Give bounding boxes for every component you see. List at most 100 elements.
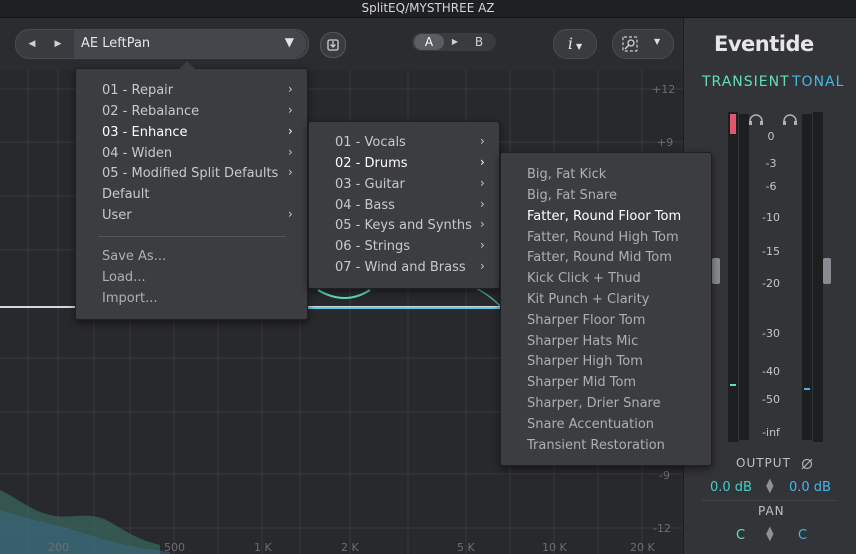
menu-item-drums[interactable]: 02 - Drums (335, 156, 408, 171)
link-settings-button[interactable]: ▼ (612, 29, 674, 59)
menu-item-user[interactable]: User (102, 208, 132, 223)
menu-item-strings[interactable]: 06 - Strings (335, 239, 410, 254)
menu-item-load[interactable]: Load... (102, 270, 146, 285)
meter-scale-label: -inf (762, 426, 780, 439)
mode-tonal-toggle[interactable]: TONAL (792, 74, 844, 90)
pan-right-value[interactable]: C (798, 528, 807, 543)
link-arrows-icon[interactable]: ▲ ▼ (766, 526, 774, 543)
chevron-right-icon: › (288, 82, 293, 96)
chevron-right-icon: › (480, 155, 485, 169)
preset-item[interactable]: Snare Accentuation (527, 417, 654, 432)
chevron-right-icon: › (480, 197, 485, 211)
menu-item-save-as[interactable]: Save As... (102, 249, 166, 264)
chevron-down-icon: ▼ (654, 37, 661, 46)
meter-scale-label: -10 (762, 211, 780, 224)
preset-dropdown[interactable]: AE LeftPan ▼ (74, 30, 306, 58)
chevron-down-icon: ▼ (284, 35, 294, 49)
previous-preset-button[interactable]: ◀ (18, 30, 46, 58)
output-left-value[interactable]: 0.0 dB (710, 480, 752, 495)
level-marker (730, 384, 736, 386)
preset-item[interactable]: Sharper High Tom (527, 354, 643, 369)
freq-label: 5 K (457, 541, 475, 554)
meter-scale-label: -50 (762, 393, 780, 406)
preset-item[interactable]: Transient Restoration (527, 438, 665, 453)
preset-item[interactable]: Kit Punch + Clarity (527, 292, 649, 307)
enhance-submenu: 01 - Vocals › 02 - Drums › 03 - Guitar ›… (308, 121, 500, 289)
output-label: OUTPUT (736, 456, 791, 470)
title-bar: SplitEQ/MYSTHREE AZ (0, 0, 856, 18)
preset-item[interactable]: Kick Click + Thud (527, 271, 641, 286)
chevron-right-icon: › (480, 134, 485, 148)
menu-item-repair[interactable]: 01 - Repair (102, 83, 173, 98)
freq-label: 500 (164, 541, 185, 554)
preset-item[interactable]: Sharper Mid Tom (527, 375, 636, 390)
menu-item-bass[interactable]: 04 - Bass (335, 198, 395, 213)
preset-item[interactable]: Sharper Hats Mic (527, 334, 638, 349)
preset-selector: ◀ ▶ AE LeftPan ▼ (15, 29, 309, 59)
menu-item-guitar[interactable]: 03 - Guitar (335, 177, 405, 192)
level-marker (804, 388, 810, 390)
info-icon: i (567, 34, 573, 53)
db-label: +9 (657, 136, 674, 149)
phase-icon[interactable] (801, 458, 813, 470)
menu-item-import[interactable]: Import... (102, 291, 158, 306)
right-input-meter (802, 114, 812, 440)
pan-left-value[interactable]: C (736, 528, 745, 543)
menu-item-enhance[interactable]: 03 - Enhance (102, 125, 188, 140)
menu-item-vocals[interactable]: 01 - Vocals (335, 135, 406, 150)
meter-scale-label: -6 (765, 180, 777, 193)
left-output-fader[interactable] (712, 258, 720, 284)
ab-compare: A ▶ B (412, 33, 496, 51)
preset-item[interactable]: Sharper Floor Tom (527, 313, 645, 328)
right-output-fader[interactable] (823, 258, 831, 284)
meter-scale-label: -30 (762, 327, 780, 340)
a-button[interactable]: A (414, 34, 444, 50)
chevron-right-icon: › (288, 165, 293, 179)
preset-item[interactable]: Fatter, Round Floor Tom (527, 209, 681, 224)
preset-item[interactable]: Big, Fat Kick (527, 167, 606, 182)
freq-label: 200 (48, 541, 69, 554)
pan-label: PAN (758, 504, 785, 518)
b-button[interactable]: B (468, 34, 490, 50)
right-output-meter (813, 112, 823, 442)
preset-item[interactable]: Sharper, Drier Snare (527, 396, 661, 411)
chevron-right-icon: › (480, 217, 485, 231)
chevron-right-icon: › (288, 145, 293, 159)
eventide-logo: Eventide (714, 32, 814, 56)
menu-item-rebalance[interactable]: 02 - Rebalance (102, 104, 199, 119)
chevron-right-icon: › (480, 259, 485, 273)
chevron-right-icon: › (480, 176, 485, 190)
chevron-down-icon: ▼ (575, 42, 583, 51)
save-icon (327, 39, 339, 51)
menu-item-modified-split-defaults[interactable]: 05 - Modified Split Defaults (102, 166, 278, 181)
preset-item[interactable]: Fatter, Round Mid Tom (527, 250, 672, 265)
left-input-meter (728, 112, 738, 442)
headphones-icon[interactable] (782, 114, 798, 126)
info-button[interactable]: i ▼ (553, 29, 597, 59)
output-right-value[interactable]: 0.0 dB (789, 480, 831, 495)
mode-transient-toggle[interactable]: TRANSIENT (702, 74, 790, 90)
menu-pointer (179, 61, 195, 69)
next-preset-button[interactable]: ▶ (44, 30, 72, 58)
db-label: -12 (653, 522, 671, 535)
link-icon (622, 36, 638, 52)
window-title: SplitEQ/MYSTHREE AZ (361, 1, 495, 15)
copy-a-to-b-button[interactable]: ▶ (448, 34, 462, 50)
menu-item-default[interactable]: Default (102, 187, 150, 202)
chevron-right-icon: › (288, 124, 293, 138)
save-preset-button[interactable] (320, 32, 346, 58)
chevron-right-icon: › (480, 238, 485, 252)
menu-item-widen[interactable]: 04 - Widen (102, 146, 172, 161)
menu-item-wind-and-brass[interactable]: 07 - Wind and Brass (335, 260, 466, 275)
headphones-icon[interactable] (748, 114, 764, 126)
preset-item[interactable]: Fatter, Round High Tom (527, 230, 679, 245)
menu-item-keys-and-synths[interactable]: 05 - Keys and Synths (335, 218, 472, 233)
meter-scale-label: -3 (765, 157, 777, 170)
chevron-right-icon: › (288, 103, 293, 117)
db-label: -9 (659, 469, 670, 482)
freq-label: 2 K (341, 541, 359, 554)
preset-item[interactable]: Big, Fat Snare (527, 188, 617, 203)
clip-indicator (730, 114, 736, 134)
link-arrows-icon[interactable]: ▲ ▼ (766, 478, 774, 495)
freq-label: 20 K (630, 541, 655, 554)
